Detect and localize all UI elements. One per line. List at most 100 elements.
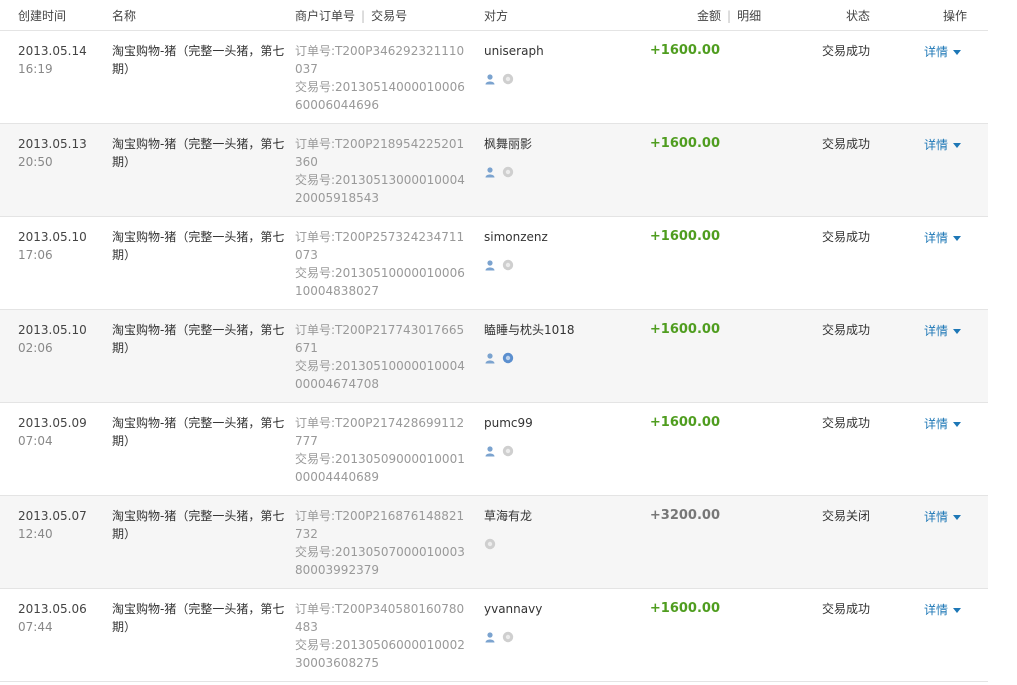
time-text: 20:50 (18, 155, 53, 169)
amount-cell: +1600.00 (649, 229, 720, 244)
item-name-cell: 淘宝购物-猪（完整一头猪，第七期） (112, 416, 285, 448)
table-row: 2013.05.14 16:19 淘宝购物-猪（完整一头猪，第七期） 订单号:T200… (0, 31, 988, 124)
user-icon[interactable] (484, 73, 496, 85)
order-trade-cell: 订单号:T200P340580160780483 交易号:201305060000… (295, 600, 471, 672)
alipay-icon[interactable] (484, 538, 496, 550)
date-text: 2013.05.13 (18, 137, 87, 151)
created-time-cell: 2013.05.06 07:44 (18, 600, 87, 636)
chevron-down-icon (953, 143, 962, 148)
alipay-icon[interactable] (502, 166, 514, 178)
counterparty-cell: pumc99 (484, 414, 533, 457)
table-row: 2013.05.07 12:40 淘宝购物-猪（完整一头猪，第七期） 订单号:T200… (0, 496, 988, 589)
time-text: 17:06 (18, 248, 53, 262)
user-icon[interactable] (484, 631, 496, 643)
chevron-down-icon (953, 422, 962, 427)
alipay-icon[interactable] (502, 631, 514, 643)
order-number: 订单号:T200P346292321110037 (295, 44, 465, 76)
date-text: 2013.05.07 (18, 509, 87, 523)
status-cell: 交易成功 (821, 137, 870, 151)
order-number: 订单号:T200P216876148821732 (295, 509, 465, 541)
order-trade-cell: 订单号:T200P216876148821732 交易号:201305070000… (295, 507, 471, 579)
alipay-icon[interactable] (502, 445, 514, 457)
table-row: 2013.05.10 02:06 淘宝购物-猪（完整一头猪，第七期） 订单号:T200… (0, 310, 988, 403)
order-number: 订单号:T200P217743017665671 (295, 323, 465, 355)
alipay-icon[interactable] (502, 352, 514, 364)
counterparty-icons (484, 162, 532, 178)
counterparty-name: yvannavy (484, 602, 543, 616)
col-order-trade: 商户订单号 | 交易号 (295, 7, 407, 24)
details-label: 详情 (924, 45, 949, 59)
status-cell: 交易成功 (821, 44, 870, 58)
item-name-cell: 淘宝购物-猪（完整一头猪，第七期） (112, 44, 285, 76)
alipay-icon[interactable] (502, 73, 514, 85)
counterparty-cell: 枫舞丽影 (484, 135, 532, 178)
trade-number: 交易号:2013051000001000610004838027 (295, 266, 465, 298)
trade-number: 交易号:2013051400001000660006044696 (295, 80, 465, 112)
status-cell: 交易成功 (821, 416, 870, 430)
amount-cell: +1600.00 (649, 43, 720, 58)
counterparty-name: uniseraph (484, 44, 544, 58)
amount-cell: +3200.00 (649, 508, 720, 523)
created-time-cell: 2013.05.10 02:06 (18, 321, 87, 357)
status-cell: 交易成功 (821, 323, 870, 337)
counterparty-name: pumc99 (484, 416, 533, 430)
date-text: 2013.05.14 (18, 44, 87, 58)
col-status: 状态 (846, 9, 871, 23)
table-row: 2013.05.09 07:04 淘宝购物-猪（完整一头猪，第七期） 订单号:T200… (0, 403, 988, 496)
user-icon[interactable] (484, 259, 496, 271)
time-text: 07:04 (18, 434, 53, 448)
time-text: 07:44 (18, 620, 53, 634)
date-text: 2013.05.06 (18, 602, 87, 616)
chevron-down-icon (953, 608, 962, 613)
chevron-down-icon (953, 50, 962, 55)
created-time-cell: 2013.05.13 20:50 (18, 135, 87, 171)
details-button[interactable]: 详情 (924, 136, 962, 154)
user-icon[interactable] (484, 352, 496, 364)
col-name: 名称 (112, 9, 137, 23)
status-cell: 交易关闭 (821, 509, 870, 523)
order-trade-cell: 订单号:T200P346292321110037 交易号:201305140000… (295, 42, 471, 114)
col-separator: | (727, 9, 732, 23)
counterparty-cell: 瞌睡与枕头1018 (484, 321, 575, 364)
counterparty-name: simonzenz (484, 230, 548, 244)
amount-cell: +1600.00 (649, 415, 720, 430)
details-label: 详情 (924, 510, 949, 524)
user-icon[interactable] (484, 445, 496, 457)
details-button[interactable]: 详情 (924, 508, 962, 526)
amount-cell: +1600.00 (649, 136, 720, 151)
counterparty-cell: 草海有龙 (484, 507, 532, 550)
details-button[interactable]: 详情 (924, 601, 962, 619)
details-button[interactable]: 详情 (924, 415, 962, 433)
counterparty-icons (484, 348, 575, 364)
counterparty-icons (484, 69, 544, 85)
item-name-cell: 淘宝购物-猪（完整一头猪，第七期） (112, 602, 285, 634)
item-name-cell: 淘宝购物-猪（完整一头猪，第七期） (112, 509, 285, 541)
details-label: 详情 (924, 231, 949, 245)
alipay-icon[interactable] (502, 259, 514, 271)
order-number: 订单号:T200P340580160780483 (295, 602, 465, 634)
col-counterparty: 对方 (484, 9, 509, 23)
col-separator: | (361, 9, 366, 23)
user-icon[interactable] (484, 166, 496, 178)
time-text: 16:19 (18, 62, 53, 76)
date-text: 2013.05.10 (18, 230, 87, 244)
details-label: 详情 (924, 324, 949, 338)
counterparty-icons (484, 627, 542, 643)
amount-cell: +1600.00 (649, 322, 720, 337)
details-button[interactable]: 详情 (924, 322, 962, 340)
col-trade-no: 交易号 (371, 9, 408, 23)
details-label: 详情 (924, 417, 949, 431)
time-text: 12:40 (18, 527, 53, 541)
table-row: 2013.05.13 20:50 淘宝购物-猪（完整一头猪，第七期） 订单号:T200… (0, 124, 988, 217)
col-detail: 明细 (737, 9, 762, 23)
order-trade-cell: 订单号:T200P257324234711073 交易号:201305100000… (295, 228, 471, 300)
details-button[interactable]: 详情 (924, 43, 962, 61)
created-time-cell: 2013.05.07 12:40 (18, 507, 87, 543)
item-name-cell: 淘宝购物-猪（完整一头猪，第七期） (112, 230, 285, 262)
created-time-cell: 2013.05.09 07:04 (18, 414, 87, 450)
table-header: 创建时间 名称 商户订单号 | 交易号 对方 金额 | 明细 状态 操作 (0, 0, 988, 31)
order-trade-cell: 订单号:T200P218954225201360 交易号:201305130000… (295, 135, 471, 207)
details-button[interactable]: 详情 (924, 229, 962, 247)
order-trade-cell: 订单号:T200P217743017665671 交易号:201305100000… (295, 321, 471, 393)
col-created-time: 创建时间 (18, 9, 67, 23)
